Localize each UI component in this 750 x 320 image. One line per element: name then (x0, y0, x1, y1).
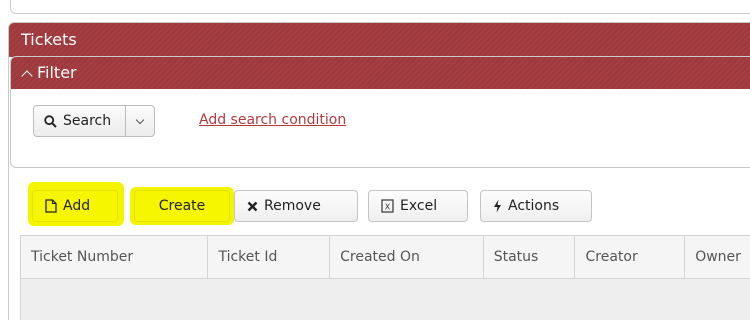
column-header-owner[interactable]: Owner (685, 236, 750, 278)
filter-header[interactable]: Filter (11, 57, 750, 89)
column-header-creator[interactable]: Creator (575, 236, 686, 278)
close-x-icon (247, 201, 258, 211)
top-frame (10, 0, 750, 14)
excel-button-label: Excel (400, 198, 438, 214)
excel-icon: X (381, 199, 394, 213)
svg-text:X: X (385, 203, 391, 212)
create-button[interactable]: Create (134, 190, 230, 222)
search-dropdown-toggle[interactable] (126, 106, 154, 136)
remove-button[interactable]: Remove (234, 190, 358, 222)
column-header-ticket-id[interactable]: Ticket Id (208, 236, 331, 278)
search-button-group: Search (33, 105, 156, 137)
search-button-label: Search (63, 113, 112, 129)
add-search-condition-link[interactable]: Add search condition (199, 112, 346, 128)
search-icon (44, 114, 57, 128)
tickets-panel-title: Tickets (9, 23, 750, 57)
add-button-label: Add (63, 198, 91, 214)
chevron-down-icon (135, 115, 145, 124)
create-button-label: Create (158, 198, 206, 214)
remove-button-label: Remove (264, 198, 321, 214)
new-document-icon (45, 199, 57, 213)
actions-button[interactable]: Actions (480, 190, 592, 222)
chevron-up-icon (21, 69, 33, 82)
column-header-created-on[interactable]: Created On (330, 236, 484, 278)
column-header-status[interactable]: Status (484, 236, 576, 278)
actions-button-label: Actions (508, 198, 560, 214)
filter-title: Filter (37, 63, 77, 82)
filter-panel: Filter Search Add search condition (10, 56, 750, 168)
excel-button[interactable]: X Excel (368, 190, 468, 222)
lightning-icon (494, 199, 501, 213)
column-header-ticket-number[interactable]: Ticket Number (21, 236, 209, 278)
grid-body (20, 279, 750, 320)
top-strip (0, 0, 750, 16)
add-button[interactable]: Add (32, 190, 118, 222)
grid-header: Ticket Number Ticket Id Created On Statu… (20, 235, 750, 279)
search-button[interactable]: Search (34, 106, 127, 136)
